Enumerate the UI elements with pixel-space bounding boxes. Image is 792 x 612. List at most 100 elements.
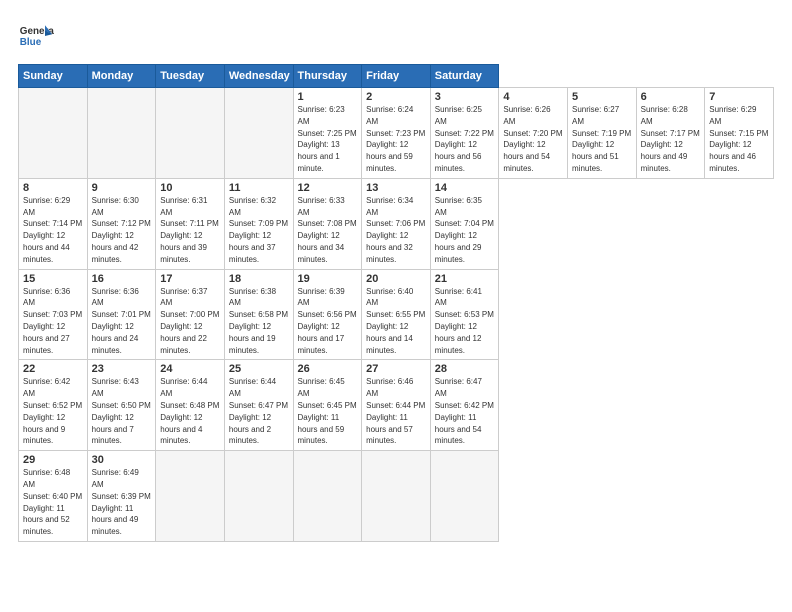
calendar-cell: 28 Sunrise: 6:47 AMSunset: 6:42 PMDaylig… — [430, 360, 499, 451]
calendar-cell: 7 Sunrise: 6:29 AMSunset: 7:15 PMDayligh… — [705, 88, 774, 179]
calendar-cell — [19, 88, 88, 179]
calendar-cell: 3 Sunrise: 6:25 AMSunset: 7:22 PMDayligh… — [430, 88, 499, 179]
logo: General Blue — [18, 18, 54, 54]
calendar-cell: 30 Sunrise: 6:49 AMSunset: 6:39 PMDaylig… — [87, 451, 156, 542]
day-number: 22 — [23, 363, 83, 375]
header: General Blue — [18, 18, 774, 54]
day-header-thursday: Thursday — [293, 65, 362, 88]
cell-info: Sunrise: 6:32 AMSunset: 7:09 PMDaylight:… — [229, 196, 288, 264]
calendar-cell: 15 Sunrise: 6:36 AMSunset: 7:03 PMDaylig… — [19, 269, 88, 360]
calendar-cell: 5 Sunrise: 6:27 AMSunset: 7:19 PMDayligh… — [568, 88, 637, 179]
cell-info: Sunrise: 6:25 AMSunset: 7:22 PMDaylight:… — [435, 105, 494, 173]
day-number: 30 — [92, 454, 152, 466]
calendar-cell: 18 Sunrise: 6:38 AMSunset: 6:58 PMDaylig… — [224, 269, 293, 360]
cell-info: Sunrise: 6:31 AMSunset: 7:11 PMDaylight:… — [160, 196, 219, 264]
cell-info: Sunrise: 6:41 AMSunset: 6:53 PMDaylight:… — [435, 287, 494, 355]
day-number: 12 — [298, 182, 358, 194]
day-header-wednesday: Wednesday — [224, 65, 293, 88]
day-number: 17 — [160, 273, 220, 285]
calendar-cell: 27 Sunrise: 6:46 AMSunset: 6:44 PMDaylig… — [362, 360, 431, 451]
calendar-cell: 22 Sunrise: 6:42 AMSunset: 6:52 PMDaylig… — [19, 360, 88, 451]
cell-info: Sunrise: 6:27 AMSunset: 7:19 PMDaylight:… — [572, 105, 631, 173]
day-number: 24 — [160, 363, 220, 375]
calendar-cell: 20 Sunrise: 6:40 AMSunset: 6:55 PMDaylig… — [362, 269, 431, 360]
day-number: 2 — [366, 91, 426, 103]
cell-info: Sunrise: 6:24 AMSunset: 7:23 PMDaylight:… — [366, 105, 425, 173]
calendar-page: General Blue SundayMondayTuesdayWednesda… — [0, 0, 792, 612]
day-number: 4 — [503, 91, 563, 103]
day-number: 3 — [435, 91, 495, 103]
calendar-cell: 2 Sunrise: 6:24 AMSunset: 7:23 PMDayligh… — [362, 88, 431, 179]
day-header-friday: Friday — [362, 65, 431, 88]
calendar-cell — [87, 88, 156, 179]
cell-info: Sunrise: 6:29 AMSunset: 7:14 PMDaylight:… — [23, 196, 82, 264]
day-number: 10 — [160, 182, 220, 194]
calendar-cell — [224, 451, 293, 542]
calendar-cell: 9 Sunrise: 6:30 AMSunset: 7:12 PMDayligh… — [87, 178, 156, 269]
day-number: 7 — [709, 91, 769, 103]
cell-info: Sunrise: 6:36 AMSunset: 7:01 PMDaylight:… — [92, 287, 151, 355]
cell-info: Sunrise: 6:23 AMSunset: 7:25 PMDaylight:… — [298, 105, 357, 173]
cell-info: Sunrise: 6:26 AMSunset: 7:20 PMDaylight:… — [503, 105, 562, 173]
cell-info: Sunrise: 6:47 AMSunset: 6:42 PMDaylight:… — [435, 377, 494, 445]
day-number: 28 — [435, 363, 495, 375]
calendar-cell: 25 Sunrise: 6:44 AMSunset: 6:47 PMDaylig… — [224, 360, 293, 451]
cell-info: Sunrise: 6:36 AMSunset: 7:03 PMDaylight:… — [23, 287, 82, 355]
calendar-cell: 21 Sunrise: 6:41 AMSunset: 6:53 PMDaylig… — [430, 269, 499, 360]
calendar-cell — [224, 88, 293, 179]
calendar-cell: 23 Sunrise: 6:43 AMSunset: 6:50 PMDaylig… — [87, 360, 156, 451]
calendar-cell: 14 Sunrise: 6:35 AMSunset: 7:04 PMDaylig… — [430, 178, 499, 269]
day-number: 18 — [229, 273, 289, 285]
calendar-cell: 24 Sunrise: 6:44 AMSunset: 6:48 PMDaylig… — [156, 360, 225, 451]
cell-info: Sunrise: 6:35 AMSunset: 7:04 PMDaylight:… — [435, 196, 494, 264]
cell-info: Sunrise: 6:39 AMSunset: 6:56 PMDaylight:… — [298, 287, 357, 355]
calendar-cell: 26 Sunrise: 6:45 AMSunset: 6:45 PMDaylig… — [293, 360, 362, 451]
week-row-3: 15 Sunrise: 6:36 AMSunset: 7:03 PMDaylig… — [19, 269, 774, 360]
calendar-cell — [156, 451, 225, 542]
calendar-cell — [293, 451, 362, 542]
calendar-cell — [430, 451, 499, 542]
day-number: 11 — [229, 182, 289, 194]
logo-icon: General Blue — [18, 18, 54, 54]
week-row-2: 8 Sunrise: 6:29 AMSunset: 7:14 PMDayligh… — [19, 178, 774, 269]
cell-info: Sunrise: 6:46 AMSunset: 6:44 PMDaylight:… — [366, 377, 425, 445]
cell-info: Sunrise: 6:42 AMSunset: 6:52 PMDaylight:… — [23, 377, 82, 445]
day-number: 1 — [298, 91, 358, 103]
week-row-5: 29 Sunrise: 6:48 AMSunset: 6:40 PMDaylig… — [19, 451, 774, 542]
day-number: 15 — [23, 273, 83, 285]
calendar-cell: 16 Sunrise: 6:36 AMSunset: 7:01 PMDaylig… — [87, 269, 156, 360]
week-row-1: 1 Sunrise: 6:23 AMSunset: 7:25 PMDayligh… — [19, 88, 774, 179]
day-number: 19 — [298, 273, 358, 285]
day-number: 29 — [23, 454, 83, 466]
day-number: 20 — [366, 273, 426, 285]
day-number: 14 — [435, 182, 495, 194]
calendar-cell: 10 Sunrise: 6:31 AMSunset: 7:11 PMDaylig… — [156, 178, 225, 269]
day-number: 27 — [366, 363, 426, 375]
calendar-cell: 19 Sunrise: 6:39 AMSunset: 6:56 PMDaylig… — [293, 269, 362, 360]
calendar-cell — [156, 88, 225, 179]
calendar-cell: 4 Sunrise: 6:26 AMSunset: 7:20 PMDayligh… — [499, 88, 568, 179]
cell-info: Sunrise: 6:29 AMSunset: 7:15 PMDaylight:… — [709, 105, 768, 173]
cell-info: Sunrise: 6:33 AMSunset: 7:08 PMDaylight:… — [298, 196, 357, 264]
day-header-saturday: Saturday — [430, 65, 499, 88]
calendar-cell: 17 Sunrise: 6:37 AMSunset: 7:00 PMDaylig… — [156, 269, 225, 360]
cell-info: Sunrise: 6:34 AMSunset: 7:06 PMDaylight:… — [366, 196, 425, 264]
day-number: 21 — [435, 273, 495, 285]
day-header-tuesday: Tuesday — [156, 65, 225, 88]
calendar-cell: 8 Sunrise: 6:29 AMSunset: 7:14 PMDayligh… — [19, 178, 88, 269]
calendar-cell: 13 Sunrise: 6:34 AMSunset: 7:06 PMDaylig… — [362, 178, 431, 269]
calendar-cell: 11 Sunrise: 6:32 AMSunset: 7:09 PMDaylig… — [224, 178, 293, 269]
day-number: 25 — [229, 363, 289, 375]
calendar-cell: 12 Sunrise: 6:33 AMSunset: 7:08 PMDaylig… — [293, 178, 362, 269]
day-number: 16 — [92, 273, 152, 285]
day-number: 5 — [572, 91, 632, 103]
cell-info: Sunrise: 6:40 AMSunset: 6:55 PMDaylight:… — [366, 287, 425, 355]
cell-info: Sunrise: 6:28 AMSunset: 7:17 PMDaylight:… — [641, 105, 700, 173]
calendar-cell — [362, 451, 431, 542]
calendar-table: SundayMondayTuesdayWednesdayThursdayFrid… — [18, 64, 774, 542]
day-number: 23 — [92, 363, 152, 375]
cell-info: Sunrise: 6:43 AMSunset: 6:50 PMDaylight:… — [92, 377, 151, 445]
svg-text:Blue: Blue — [20, 37, 42, 48]
cell-info: Sunrise: 6:37 AMSunset: 7:00 PMDaylight:… — [160, 287, 219, 355]
calendar-cell: 29 Sunrise: 6:48 AMSunset: 6:40 PMDaylig… — [19, 451, 88, 542]
